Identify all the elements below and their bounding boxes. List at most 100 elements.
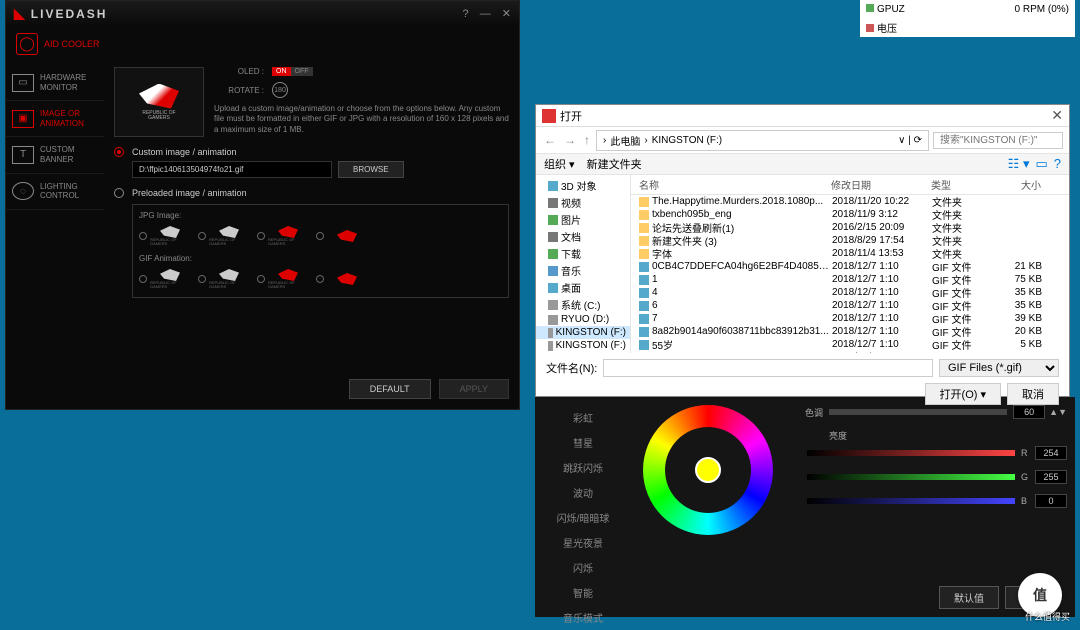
preset-thumb[interactable]: REPUBLIC OF GAMERS (257, 224, 308, 248)
tree-item[interactable]: KINGSTON (F:) (536, 326, 630, 339)
preset-thumb[interactable]: REPUBLIC OF GAMERS (198, 267, 249, 291)
tree-item[interactable]: 视频 (536, 194, 630, 211)
preset-thumb[interactable] (316, 224, 367, 248)
g-slider[interactable] (807, 474, 1015, 480)
path-input[interactable] (132, 161, 332, 178)
address-bar[interactable]: ›此电脑›KINGSTON (F:) ∨ | ⟳ (596, 130, 929, 151)
close-icon[interactable]: ✕ (502, 8, 511, 20)
filename-input[interactable] (603, 359, 933, 377)
aura-default-button[interactable]: 默认值 (939, 586, 999, 609)
col-type[interactable]: 类型 (931, 177, 991, 192)
oled-preview: REPUBLIC OFGAMERS (114, 67, 204, 137)
dialog-icon (542, 109, 556, 123)
preset-thumb[interactable]: REPUBLIC OF GAMERS (139, 224, 190, 248)
tree-item[interactable]: 3DMARK (536, 352, 630, 353)
sidebar-item-banner[interactable]: TCUSTOMBANNER (6, 137, 104, 173)
view-icon[interactable]: ☷ ▾ (1008, 156, 1030, 172)
aura-mode[interactable]: 闪烁 (543, 555, 623, 580)
hw-panel-volt: 电压 (860, 18, 1075, 37)
help-icon[interactable]: ? (463, 8, 469, 20)
r-value[interactable] (1035, 446, 1067, 460)
sidebar-item-image[interactable]: ▣IMAGE ORANIMATION (6, 101, 104, 137)
aura-window: 彩虹 彗星 跳跃闪烁 波动 闪烁/暗暗球 星光夜景 闪烁 智能 音乐模式 色调 … (535, 397, 1075, 617)
tree-item[interactable]: RYUO (D:) (536, 313, 630, 326)
nav-fwd-icon[interactable]: → (562, 133, 578, 147)
oled-toggle[interactable]: ONOFF (272, 67, 313, 76)
color-wheel[interactable] (643, 405, 773, 535)
sidebar-item-hardware[interactable]: ▭HARDWAREMONITOR (6, 65, 104, 101)
search-input[interactable] (933, 132, 1063, 149)
tree-item[interactable]: 下载 (536, 245, 630, 262)
tree-item[interactable]: 3D 对象 (536, 177, 630, 194)
nav-up-icon[interactable]: ↑ (582, 133, 592, 147)
file-row[interactable]: 55岁2018/12/7 1:10GIF 文件5 KB (631, 338, 1069, 351)
cancel-button[interactable]: 取消 (1007, 383, 1059, 405)
file-row[interactable]: The.Happytime.Murders.2018.1080p...2018/… (631, 195, 1069, 208)
b-slider[interactable] (807, 498, 1015, 504)
apply-button[interactable]: APPLY (439, 379, 509, 399)
preset-thumb[interactable]: REPUBLIC OF GAMERS (139, 267, 190, 291)
sidebar-item-lighting[interactable]: ◌LIGHTINGCONTROL (6, 174, 104, 210)
cooler-icon: ◯ (16, 33, 38, 55)
tree-item[interactable]: 图片 (536, 211, 630, 228)
tree-item[interactable]: 系统 (C:) (536, 296, 630, 313)
organize-menu[interactable]: 组织 ▾ (544, 156, 575, 172)
aura-mode[interactable]: 智能 (543, 580, 623, 605)
tree-item[interactable]: 文档 (536, 228, 630, 245)
rog-logo-icon (139, 84, 179, 109)
file-row[interactable]: 12018/12/7 1:10GIF 文件75 KB (631, 273, 1069, 286)
preload-panel: JPG Image: REPUBLIC OF GAMERS REPUBLIC O… (132, 204, 509, 298)
file-row[interactable]: 72018/12/7 1:10GIF 文件39 KB (631, 312, 1069, 325)
bulb-icon: ◌ (12, 182, 34, 200)
file-row[interactable]: 42018/12/7 1:10GIF 文件35 KB (631, 286, 1069, 299)
radio-preload[interactable] (114, 188, 124, 198)
preview-icon[interactable]: ▭ (1035, 156, 1047, 172)
tree-item[interactable]: 音乐 (536, 262, 630, 279)
col-name[interactable]: 名称 (631, 177, 831, 192)
filename-label: 文件名(N): (546, 360, 597, 376)
g-value[interactable] (1035, 470, 1067, 484)
open-button[interactable]: 打开(O) ▾ (925, 383, 1001, 405)
aura-mode[interactable]: 音乐模式 (543, 605, 623, 630)
browse-button[interactable]: BROWSE (338, 161, 404, 178)
aura-mode[interactable]: 彗星 (543, 430, 623, 455)
aura-mode[interactable]: 跳跃闪烁 (543, 455, 623, 480)
help-icon[interactable]: ? (1054, 156, 1061, 172)
upload-description: Upload a custom image/animation or choos… (214, 104, 509, 135)
col-date[interactable]: 修改日期 (831, 177, 931, 192)
tree-item[interactable]: KINGSTON (F:) (536, 339, 630, 352)
tree-item[interactable]: 桌面 (536, 279, 630, 296)
brightness-label: 亮度 (829, 429, 1067, 442)
aura-mode[interactable]: 闪烁/暗暗球 (543, 505, 623, 530)
image-icon: ▣ (12, 110, 34, 128)
file-row[interactable]: 字体2018/11/4 13:53文件夹 (631, 247, 1069, 260)
preset-thumb[interactable] (316, 267, 367, 291)
r-slider[interactable] (807, 450, 1015, 456)
aura-mode[interactable]: 波动 (543, 480, 623, 505)
b-value[interactable] (1035, 494, 1067, 508)
color-picker-dot[interactable] (695, 457, 721, 483)
aura-mode[interactable]: 星光夜景 (543, 530, 623, 555)
cooler-tab[interactable]: ◯ AID COOLER (6, 26, 519, 61)
file-open-dialog: 打开 ✕ ← → ↑ ›此电脑›KINGSTON (F:) ∨ | ⟳ 组织 ▾… (535, 104, 1070, 397)
file-row[interactable]: 62018/12/7 1:10GIF 文件35 KB (631, 299, 1069, 312)
file-row[interactable]: 0CB4C7DDEFCA04hg6E2BF4D4085AD...2018/12/… (631, 260, 1069, 273)
hw-rpm: 0 RPM (0%) (1015, 4, 1069, 15)
preset-thumb[interactable]: REPUBLIC OF GAMERS (198, 224, 249, 248)
titlebar: LIVEDASH ? — ✕ (6, 1, 519, 26)
radio-custom[interactable] (114, 147, 124, 157)
new-folder-button[interactable]: 新建文件夹 (587, 156, 642, 172)
filter-select[interactable]: GIF Files (*.gif) (939, 359, 1059, 377)
minimize-icon[interactable]: — (480, 8, 491, 20)
monitor-icon: ▭ (12, 74, 34, 92)
file-row[interactable]: 13469782018/12/7 1:10GIF 文件5 KB (631, 351, 1069, 353)
livedash-window: LIVEDASH ? — ✕ ◯ AID COOLER ▭HARDWAREMON… (5, 0, 520, 410)
app-title: LIVEDASH (14, 5, 107, 22)
nav-back-icon[interactable]: ← (542, 133, 558, 147)
preset-thumb[interactable]: REPUBLIC OF GAMERS (257, 267, 308, 291)
aura-mode-list: 彩虹 彗星 跳跃闪烁 波动 闪烁/暗暗球 星光夜景 闪烁 智能 音乐模式 (543, 405, 623, 609)
dialog-close-icon[interactable]: ✕ (1051, 107, 1063, 123)
rotate-button[interactable]: 180 (272, 82, 288, 98)
default-button[interactable]: DEFAULT (349, 379, 431, 399)
col-size[interactable]: 大小 (991, 177, 1051, 192)
